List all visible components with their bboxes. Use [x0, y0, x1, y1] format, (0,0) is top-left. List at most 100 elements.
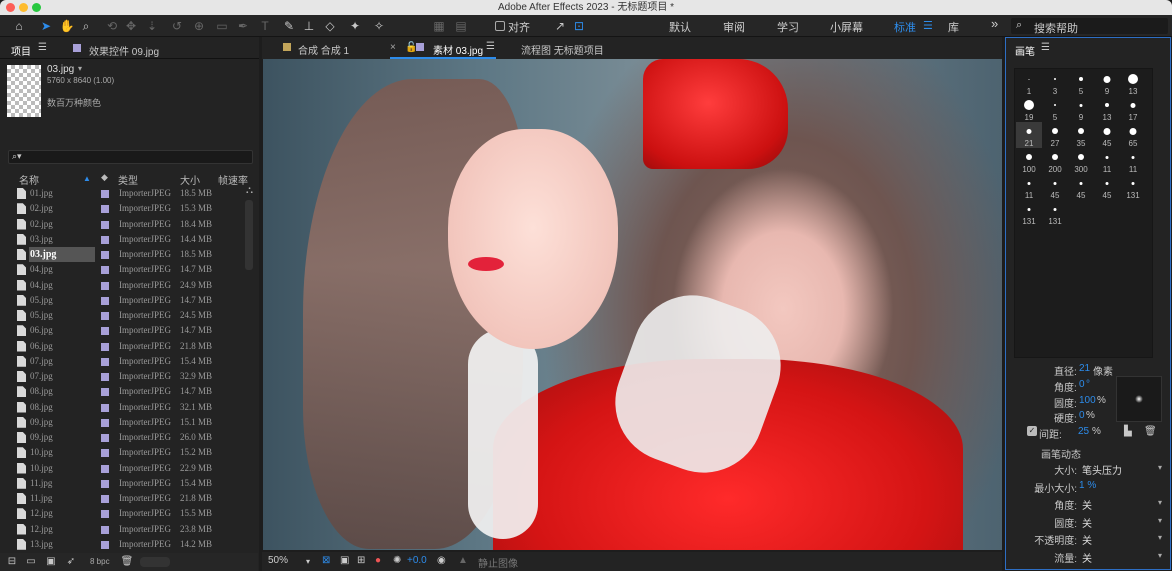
- label-color-icon[interactable]: [101, 342, 109, 351]
- grid-icon[interactable]: ⊞: [357, 555, 365, 566]
- minimize-window-button[interactable]: [19, 3, 28, 12]
- spacing-checkbox[interactable]: ✓: [1027, 426, 1037, 436]
- rotate-tool-icon[interactable]: ↺: [168, 17, 186, 35]
- pan-tool-icon[interactable]: ✥: [122, 17, 140, 35]
- type-tool-icon[interactable]: T: [256, 17, 274, 35]
- roto-brush-tool-icon[interactable]: ✦: [346, 17, 364, 35]
- align-checkbox[interactable]: [495, 21, 505, 31]
- table-row[interactable]: 01.jpg ImporterJPEG 18.5 MB: [0, 186, 244, 201]
- brush-tip[interactable]: 131: [1016, 200, 1042, 226]
- new-brush-icon[interactable]: ▙: [1124, 426, 1132, 437]
- workspace-menu-icon[interactable]: ☰: [923, 19, 933, 32]
- label-color-icon[interactable]: [101, 220, 109, 229]
- label-color-icon[interactable]: [101, 266, 109, 275]
- table-row[interactable]: 03.jpg ImporterJPEG 14.4 MB: [0, 232, 244, 247]
- zoom-tool-icon[interactable]: ⌕: [77, 17, 95, 35]
- snap-grid-icon[interactable]: ⊡: [570, 17, 588, 35]
- tab-footage[interactable]: 素材 03.jpg: [433, 42, 483, 57]
- table-row[interactable]: 12.jpg ImporterJPEG 15.5 MB: [0, 506, 244, 521]
- spacing-value[interactable]: 25: [1078, 426, 1089, 437]
- table-row[interactable]: 13.jpg ImporterJPEG 14.2 MB: [0, 537, 244, 552]
- brush-tip[interactable]: 100: [1016, 148, 1042, 174]
- brush-tip[interactable]: 131: [1042, 200, 1068, 226]
- table-row[interactable]: 06.jpg ImporterJPEG 21.8 MB: [0, 339, 244, 354]
- diameter-value[interactable]: 21: [1079, 363, 1090, 374]
- brush-tip[interactable]: 11: [1016, 174, 1042, 200]
- dynamics-dropdown[interactable]: 关 ▾: [1082, 532, 1166, 547]
- table-row[interactable]: 11.jpg ImporterJPEG 21.8 MB: [0, 491, 244, 506]
- column-size[interactable]: 大小: [180, 172, 200, 187]
- fit-frame-icon[interactable]: ⊠: [322, 555, 330, 566]
- label-color-icon[interactable]: [101, 312, 109, 320]
- snap-option-icon[interactable]: ▦: [430, 17, 448, 35]
- label-color-icon[interactable]: [101, 205, 109, 214]
- brush-tip[interactable]: 45: [1068, 174, 1094, 200]
- flowchart-icon[interactable]: ⛬: [246, 185, 253, 196]
- puppet-tool-icon[interactable]: ✧: [370, 17, 388, 35]
- home-icon[interactable]: ⌂: [10, 17, 28, 35]
- label-color-icon[interactable]: [101, 190, 109, 198]
- new-composition-icon[interactable]: ▣: [42, 553, 60, 571]
- eraser-tool-icon[interactable]: ◇: [321, 17, 339, 35]
- table-row[interactable]: 10.jpg ImporterJPEG 22.9 MB: [0, 461, 244, 476]
- workspace-library[interactable]: 库: [948, 19, 959, 35]
- brush-tip[interactable]: 45: [1094, 174, 1120, 200]
- safe-zones-icon[interactable]: ▣: [340, 555, 349, 566]
- sort-ascending-icon[interactable]: ▲: [83, 174, 91, 183]
- table-row[interactable]: 04.jpg ImporterJPEG 24.9 MB: [0, 278, 244, 293]
- label-color-icon[interactable]: [101, 434, 109, 442]
- label-color-icon[interactable]: [101, 388, 109, 397]
- brush-tip[interactable]: 13: [1120, 70, 1146, 96]
- viewer-menu-icon[interactable]: ☰: [486, 41, 495, 52]
- rectangle-tool-icon[interactable]: ▭: [213, 17, 231, 35]
- color-channels-icon[interactable]: ●: [375, 555, 381, 566]
- orbit-tool-icon[interactable]: ⟲: [103, 17, 121, 35]
- brush-tip[interactable]: 17: [1120, 96, 1146, 122]
- label-color-icon[interactable]: [101, 327, 109, 336]
- new-folder-icon[interactable]: ▭: [22, 553, 40, 571]
- tab-brushes[interactable]: 画笔: [1015, 43, 1035, 58]
- more-workspaces-icon[interactable]: »: [991, 16, 998, 31]
- table-row[interactable]: 10.jpg ImporterJPEG 15.2 MB: [0, 445, 244, 460]
- panel-menu-icon[interactable]: ☰: [1041, 42, 1050, 53]
- workspace-learn[interactable]: 学习: [777, 19, 799, 35]
- table-row[interactable]: 07.jpg ImporterJPEG 32.9 MB: [0, 369, 244, 384]
- label-color-icon[interactable]: [101, 281, 109, 290]
- delete-brush-icon[interactable]: 🗑: [1144, 426, 1157, 437]
- label-color-icon[interactable]: [101, 418, 109, 427]
- exposure-reset-icon[interactable]: ✺: [393, 555, 401, 566]
- snap-arrow-icon[interactable]: ↗: [551, 17, 569, 35]
- snapshot-icon[interactable]: ◉: [437, 555, 446, 566]
- hardness-value[interactable]: 0: [1079, 410, 1085, 421]
- label-color-icon[interactable]: [101, 479, 109, 488]
- table-row[interactable]: 03.jpg ImporterJPEG 18.5 MB: [0, 247, 244, 262]
- dynamics-dropdown[interactable]: 关 ▾: [1082, 515, 1166, 530]
- label-color-icon[interactable]: [101, 525, 109, 534]
- label-color-icon[interactable]: [101, 540, 109, 549]
- label-color-icon[interactable]: [101, 296, 109, 305]
- brush-tip[interactable]: 200: [1042, 148, 1068, 174]
- brush-tip[interactable]: 11: [1094, 148, 1120, 174]
- close-window-button[interactable]: [6, 3, 15, 12]
- brush-tip[interactable]: 45: [1094, 122, 1120, 148]
- hand-tool-icon[interactable]: ✋: [58, 17, 76, 35]
- brush-tip[interactable]: 5: [1042, 96, 1068, 122]
- interpret-footage-icon[interactable]: ⊟: [3, 553, 21, 571]
- exposure-value[interactable]: +0.0: [407, 555, 427, 566]
- workspace-small-screen[interactable]: 小屏幕: [830, 19, 863, 35]
- brush-tip[interactable]: 35: [1068, 122, 1094, 148]
- column-fps[interactable]: 帧速率: [218, 172, 248, 187]
- zoom-level-select[interactable]: 50%: [268, 555, 288, 566]
- render-queue-icon[interactable]: ➶: [62, 553, 80, 571]
- angle-value[interactable]: 0: [1079, 379, 1085, 390]
- table-row[interactable]: 12.jpg ImporterJPEG 23.8 MB: [0, 522, 244, 537]
- selection-tool-icon[interactable]: ➤: [37, 17, 55, 35]
- table-row[interactable]: 09.jpg ImporterJPEG 15.1 MB: [0, 415, 244, 430]
- search-help-field[interactable]: ⌕ 搜索帮助: [1011, 18, 1168, 35]
- chevron-down-icon[interactable]: ▾: [78, 64, 82, 73]
- brush-tip[interactable]: 45: [1042, 174, 1068, 200]
- column-type[interactable]: 类型: [118, 172, 138, 187]
- tab-project[interactable]: 项目: [11, 43, 31, 58]
- brush-tool-icon[interactable]: ✎: [280, 17, 298, 35]
- minimum-size-value[interactable]: 1 %: [1079, 480, 1096, 491]
